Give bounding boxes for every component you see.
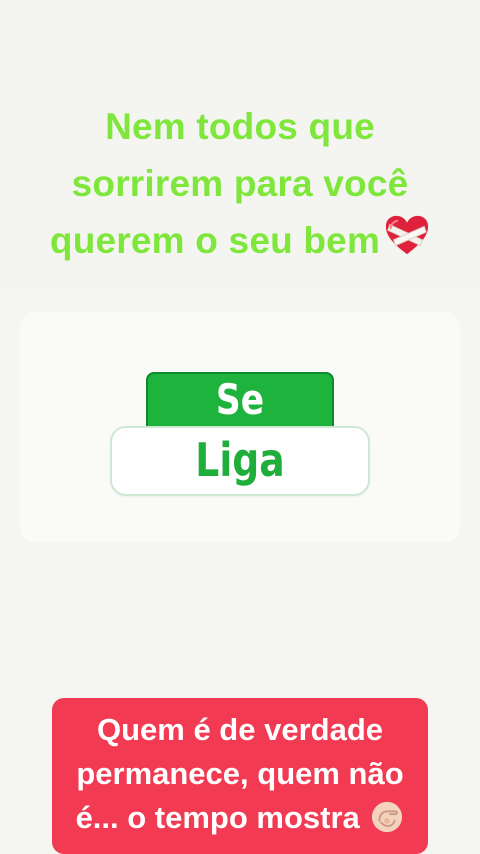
caption-box: Quem é de verdade permanece, quem não é.… [52, 698, 428, 854]
caption-line-2: permanece, quem não [76, 756, 404, 791]
headline-line-3: querem o seu bem [20, 212, 460, 269]
headline-text: Nem todos que sorrirem para você querem … [20, 98, 460, 269]
logo-top-text: Se [215, 375, 265, 424]
caption-line-1: Quem é de verdade [96, 712, 383, 747]
headline-line-2: sorrirem para você [71, 163, 409, 204]
caption-line-3: é... o tempo mostra [52, 796, 428, 840]
se-liga-logo: Se Liga [110, 372, 370, 498]
caption-text: Quem é de verdade permanece, quem não é.… [52, 708, 428, 840]
logo-bottom-text: Liga [195, 433, 285, 487]
logo-top-tab: Se [146, 372, 334, 434]
pointing-finger-icon [372, 801, 403, 833]
logo-bottom-box: Liga [110, 426, 370, 496]
headline-line-1: Nem todos que [105, 106, 375, 147]
caption-line-3-text: é... o tempo mostra [75, 800, 360, 835]
bandaged-heart-icon [385, 215, 429, 255]
headline-line-3-text: querem o seu bem [49, 220, 381, 261]
